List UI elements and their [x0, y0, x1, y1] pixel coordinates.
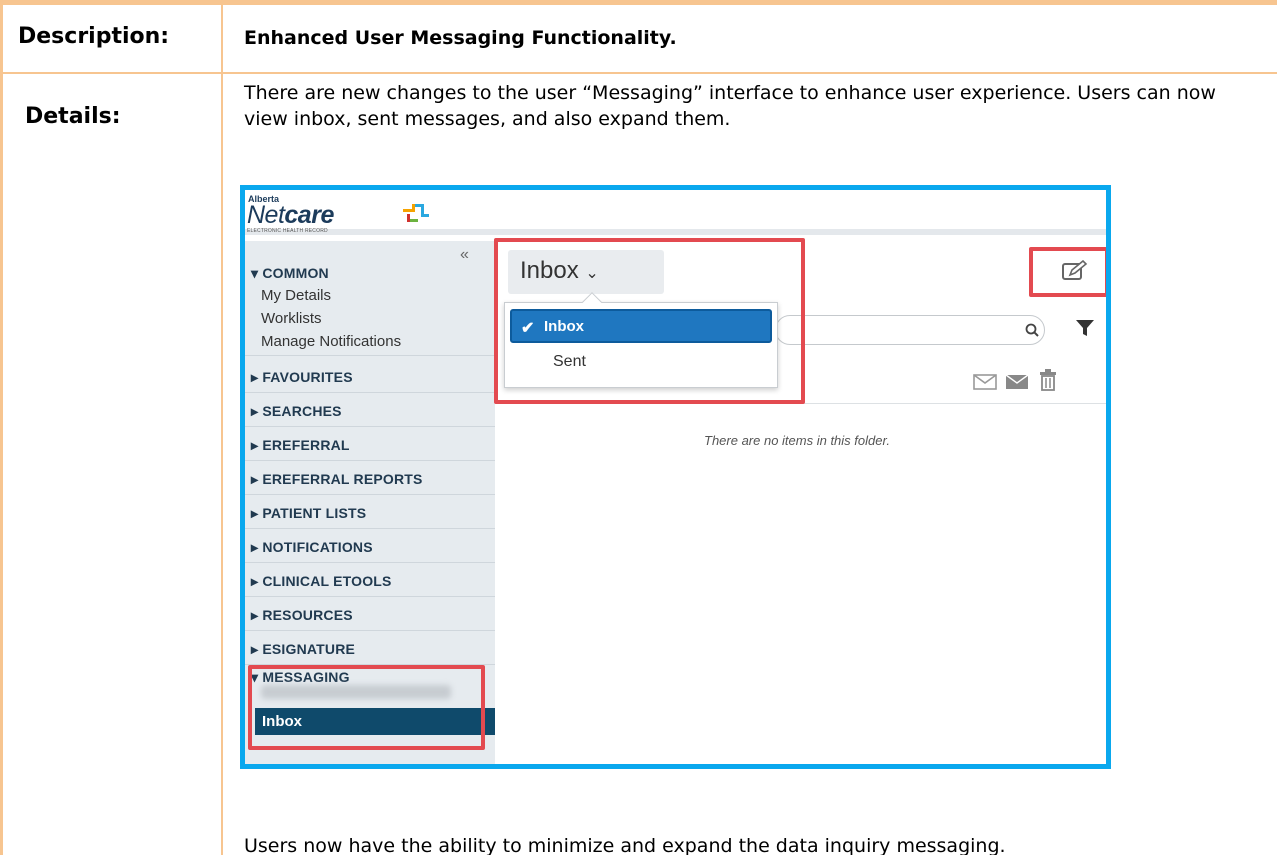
sidebar-section-esignature[interactable]: ▸ ESIGNATURE: [251, 641, 355, 658]
logo-bold: care: [284, 201, 334, 229]
logo-tagline: ELECTRONIC HEALTH RECORD: [247, 228, 328, 234]
sidebar-item-manage-notifications[interactable]: Manage Notifications: [261, 333, 401, 350]
sidebar-section-clinical-etools[interactable]: ▸ CLINICAL ETOOLS: [251, 573, 392, 590]
sidebar-divider: [245, 460, 495, 461]
description-label: Description:: [18, 24, 170, 49]
sidebar-divider: [245, 392, 495, 393]
highlight-compose-button: [1029, 247, 1106, 297]
highlight-messaging-section: [248, 665, 485, 750]
logo-bar: Alberta Netcare ELECTRONIC HEALTH RECORD: [245, 190, 1106, 235]
logo-wordmark: Netcare: [247, 201, 334, 230]
description-text: Enhanced User Messaging Functionality.: [244, 27, 677, 49]
left-rule: [0, 5, 3, 855]
search-input[interactable]: [775, 315, 1045, 345]
embedded-screenshot: Alberta Netcare ELECTRONIC HEALTH RECORD…: [240, 185, 1111, 769]
filter-icon[interactable]: [1075, 318, 1095, 338]
mark-read-envelope-icon[interactable]: [1004, 372, 1030, 392]
sidebar-item-my-details[interactable]: My Details: [261, 287, 331, 304]
footer-text: Users now have the ability to minimize a…: [244, 835, 1006, 855]
top-rule: [0, 0, 1277, 5]
sidebar-section-ereferral-reports[interactable]: ▸ EREFERRAL REPORTS: [251, 471, 423, 488]
logo-prefix: Net: [247, 201, 285, 229]
sidebar-divider: [245, 596, 495, 597]
details-text: There are new changes to the user “Messa…: [244, 82, 1216, 130]
sidebar-section-favourites[interactable]: ▸ FAVOURITES: [251, 369, 353, 386]
sidebar-divider: [245, 494, 495, 495]
mark-unread-envelope-icon[interactable]: [972, 372, 998, 392]
sidebar-item-worklists[interactable]: Worklists: [261, 310, 322, 327]
trash-icon[interactable]: [1038, 369, 1058, 391]
collapse-sidebar-icon[interactable]: «: [460, 246, 469, 264]
sidebar-divider: [245, 528, 495, 529]
logo-mark-icon: [403, 204, 429, 222]
sidebar-divider: [245, 562, 495, 563]
column-rule: [221, 5, 223, 855]
search-icon: [1025, 323, 1039, 337]
sidebar-section-patient-lists[interactable]: ▸ PATIENT LISTS: [251, 505, 366, 522]
sidebar-section-resources[interactable]: ▸ RESOURCES: [251, 607, 353, 624]
empty-folder-message: There are no items in this folder.: [704, 433, 890, 448]
sidebar-divider: [245, 355, 495, 356]
row-rule: [0, 72, 1277, 74]
details-label: Details:: [25, 104, 121, 129]
sidebar-section-searches[interactable]: ▸ SEARCHES: [251, 403, 342, 420]
sidebar-divider: [245, 630, 495, 631]
sidebar-section-ereferral[interactable]: ▸ EREFERRAL: [251, 437, 350, 454]
highlight-folder-dropdown: [494, 238, 805, 404]
sidebar-section-common[interactable]: ▾ COMMON: [251, 265, 329, 282]
sidebar-section-notifications[interactable]: ▸ NOTIFICATIONS: [251, 539, 373, 556]
sidebar-divider: [245, 426, 495, 427]
